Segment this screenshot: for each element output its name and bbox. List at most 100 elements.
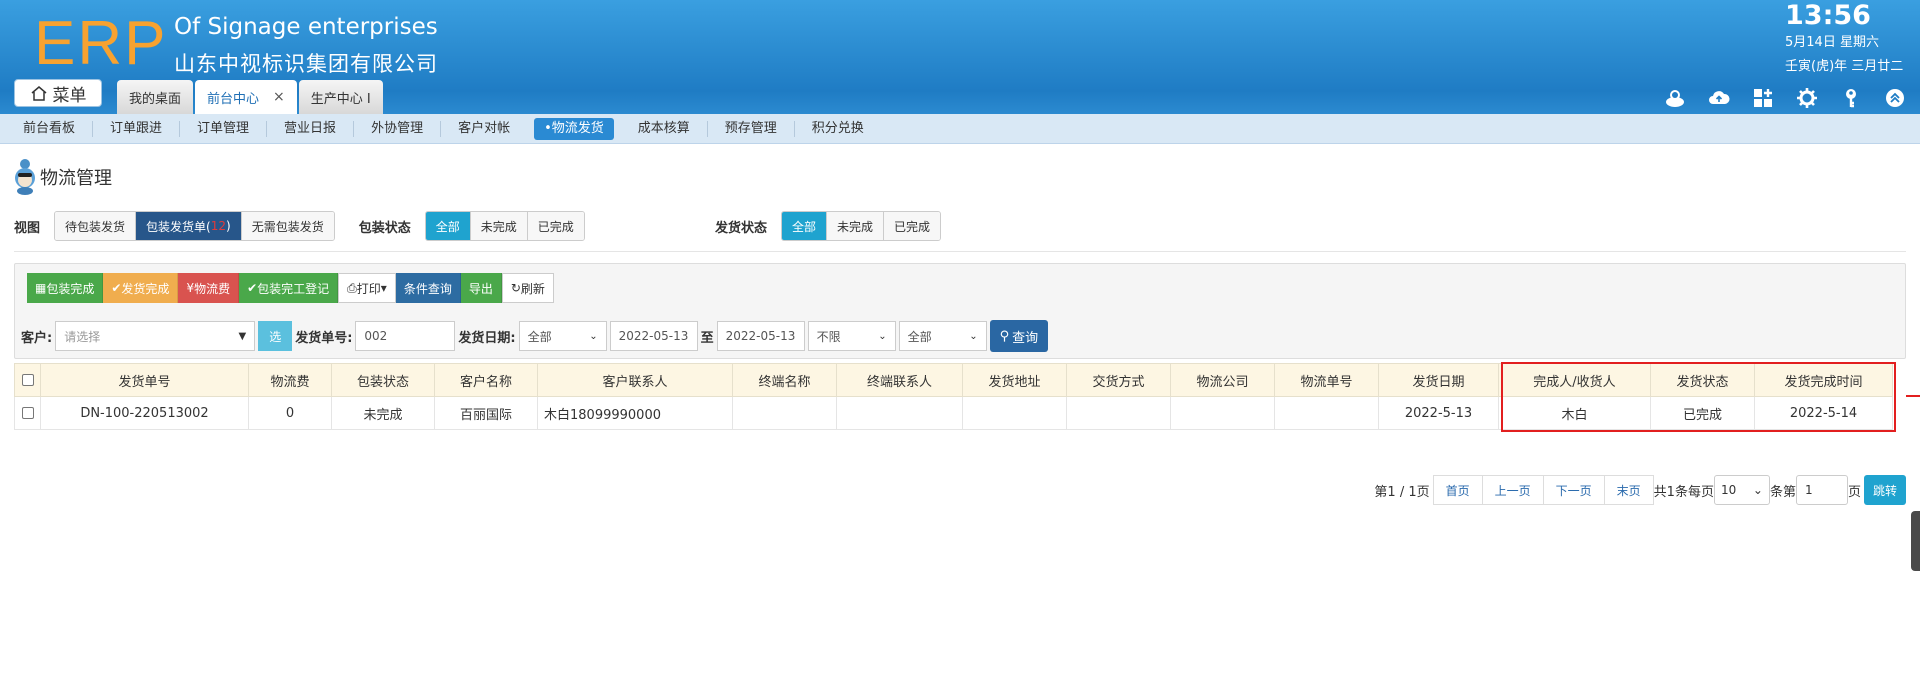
user-icon[interactable]: [1664, 87, 1686, 109]
freight-link[interactable]: 0: [248, 396, 332, 430]
gear-icon[interactable]: [1796, 87, 1818, 109]
prev-page-button[interactable]: 上一页: [1482, 475, 1544, 505]
print-button[interactable]: ⎙ 打印 ▾: [338, 273, 396, 303]
cloud-icon[interactable]: [1708, 87, 1730, 109]
col-delivery-method[interactable]: 交货方式: [1066, 363, 1171, 397]
ship-status-complete[interactable]: 已完成: [884, 212, 941, 240]
col-address[interactable]: 发货地址: [962, 363, 1067, 397]
ship-no-link[interactable]: DN-100-220513002: [40, 396, 249, 430]
refresh-label: 刷新: [520, 281, 545, 296]
tab-front-center[interactable]: 前台中心 ×: [195, 80, 297, 114]
col-ship-date[interactable]: 发货日期: [1378, 363, 1499, 397]
clock-time: 13:56: [1785, 0, 1871, 31]
check-circle-icon: ✔: [247, 281, 258, 295]
customer-contact-cell: 木白18099990000: [537, 396, 733, 430]
ship-no-input[interactable]: 002: [355, 321, 456, 351]
highlight-marker: [1906, 395, 1920, 397]
col-ship-no[interactable]: 发货单号: [40, 363, 249, 397]
status-select[interactable]: 全部 ⌄: [898, 321, 987, 351]
export-button[interactable]: 导出: [460, 273, 502, 303]
apps-icon[interactable]: [1752, 87, 1774, 109]
col-terminal[interactable]: 终端名称: [732, 363, 837, 397]
nav-item-reconciliation[interactable]: 客户对帐: [441, 121, 527, 137]
next-page-button[interactable]: 下一页: [1543, 475, 1605, 505]
caret-down-icon: ▼: [238, 330, 247, 342]
cond-query-label: 条件查询: [403, 281, 452, 296]
chevron-down-icon: ⌄: [1752, 483, 1763, 497]
select-all-cell: [14, 363, 41, 397]
pack-status-complete[interactable]: 已完成: [527, 212, 584, 240]
freight-label: 物流费: [194, 281, 231, 296]
freight-button[interactable]: ¥ 物流费: [178, 273, 240, 303]
query-button[interactable]: ⚲ 查询: [989, 320, 1049, 352]
date-from-input[interactable]: 2022-05-13: [609, 321, 698, 351]
col-pack-status[interactable]: 包装状态: [331, 363, 435, 397]
nav-item-points[interactable]: 积分兑换: [795, 121, 881, 137]
date-to-input[interactable]: 2022-05-13: [716, 321, 805, 351]
customer-select[interactable]: 请选择 ▼: [55, 321, 256, 351]
view-pack-orders-count: 12: [210, 219, 226, 233]
close-icon[interactable]: ×: [273, 89, 285, 105]
ship-status-all[interactable]: 全部: [782, 212, 828, 240]
ship-date-label: 发货日期:: [458, 330, 516, 346]
nav-item-order-management[interactable]: 订单管理: [180, 120, 268, 137]
nav-item-dashboard[interactable]: 前台看板: [6, 120, 94, 137]
highlight-box: [1501, 362, 1896, 432]
date-range-select[interactable]: 全部 ⌄: [518, 321, 607, 351]
company-name-cn: 山东中视标识集团有限公司: [174, 52, 438, 76]
view-pack-orders[interactable]: 包装发货单(12): [136, 212, 242, 240]
nav-item-order-tracking[interactable]: 订单跟进: [93, 120, 181, 137]
refresh-button[interactable]: ↻ 刷新: [501, 273, 554, 303]
side-panel-handle[interactable]: [1911, 511, 1920, 571]
view-no-pack[interactable]: 无需包装发货: [241, 212, 334, 240]
col-customer-contact[interactable]: 客户联系人: [537, 363, 733, 397]
per-page-select[interactable]: 10 ⌄: [1713, 475, 1770, 505]
view-label: 视图: [14, 220, 41, 236]
select-all-checkbox[interactable]: [21, 374, 34, 386]
chevron-down-icon: ⌄: [969, 330, 978, 342]
chevron-down-icon: ⌄: [589, 330, 598, 342]
key-icon[interactable]: [1840, 87, 1862, 109]
nav-item-outsourcing[interactable]: 外协管理: [354, 120, 442, 137]
printer-icon: ⎙: [347, 280, 357, 295]
cond-query-button[interactable]: 条件查询: [395, 273, 461, 303]
refresh-icon: ↻: [510, 281, 521, 295]
row-checkbox[interactable]: [21, 407, 34, 419]
ship-done-button[interactable]: ✔ 发货完成: [103, 273, 179, 303]
first-page-button[interactable]: 首页: [1432, 475, 1483, 505]
collapse-icon[interactable]: [1884, 87, 1906, 109]
status-value: 全部: [907, 329, 932, 344]
pack-status-all[interactable]: 全部: [425, 212, 471, 240]
col-tracking-no[interactable]: 物流单号: [1274, 363, 1379, 397]
col-terminal-contact[interactable]: 终端联系人: [836, 363, 963, 397]
nav-item-prepaid[interactable]: 预存管理: [708, 120, 795, 137]
export-label: 导出: [468, 281, 493, 296]
col-customer[interactable]: 客户名称: [434, 363, 538, 397]
last-page-button[interactable]: 末页: [1604, 475, 1654, 505]
nav-item-costing[interactable]: 成本核算: [621, 120, 708, 137]
customer-pick-button[interactable]: 选: [258, 321, 293, 351]
ship-status-incomplete[interactable]: 未完成: [827, 212, 885, 240]
nav-item-daily-report[interactable]: 营业日报: [267, 120, 355, 137]
customer-cell: 百丽国际: [434, 396, 538, 430]
limit-select[interactable]: 不限 ⌄: [807, 321, 896, 351]
tab-label: 生产中心 I: [310, 91, 371, 107]
pack-done-button[interactable]: ▦ 包装完成: [27, 273, 104, 303]
tab-production-center[interactable]: 生产中心 I: [298, 80, 383, 114]
caret-down-icon: ▾: [380, 281, 387, 295]
col-logistics-company[interactable]: 物流公司: [1170, 363, 1275, 397]
tab-my-desktop[interactable]: 我的桌面: [117, 80, 194, 114]
company-name-en: Of Signage enterprises: [174, 14, 438, 40]
menu-button[interactable]: 菜单: [14, 79, 102, 107]
logistics-company-cell: [1170, 396, 1275, 430]
col-freight[interactable]: 物流费: [248, 363, 332, 397]
view-pending-pack[interactable]: 待包装发货: [55, 212, 137, 240]
jump-button[interactable]: 跳转: [1863, 475, 1906, 505]
nav-item-logistics[interactable]: •物流发货: [534, 117, 614, 140]
pack-register-button[interactable]: ✔ 包装完工登记: [239, 273, 339, 303]
pack-status-incomplete[interactable]: 未完成: [470, 212, 528, 240]
limit-value: 不限: [816, 329, 841, 344]
page-number-input[interactable]: 1: [1795, 475, 1848, 505]
view-filter: 视图 待包装发货 包装发货单(12) 无需包装发货 包装状态 全部 未完成 已完…: [14, 211, 585, 241]
mascot-icon: [15, 159, 35, 195]
